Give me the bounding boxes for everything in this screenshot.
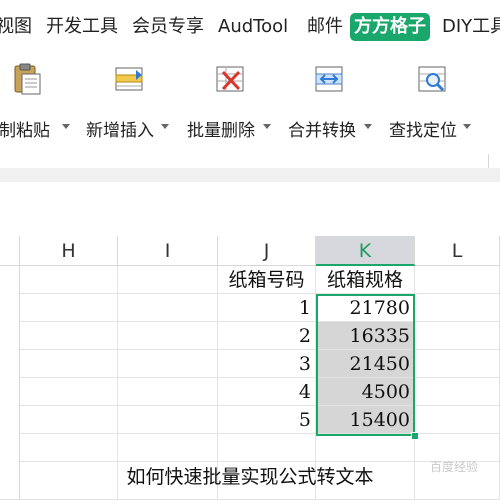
cell[interactable] (118, 266, 218, 294)
insert-row-icon (115, 67, 143, 91)
cell[interactable] (118, 406, 218, 434)
find-locate-button[interactable]: 查找定位 (389, 62, 479, 142)
column-header-i[interactable]: I (118, 236, 218, 266)
clipboard-paste-icon (14, 63, 41, 95)
cell[interactable] (415, 266, 500, 294)
batch-delete-button[interactable]: 批量删除 (187, 62, 277, 142)
ribbon-tabs: 视图 开发工具 会员专享 AudTool 邮件 方方格子 DIY工具 (0, 0, 500, 50)
chevron-down-icon (263, 124, 271, 129)
column-header-h[interactable]: H (20, 236, 118, 266)
tab-diy-tools[interactable]: DIY工具 (442, 13, 500, 41)
toolbar-gap (0, 168, 500, 182)
header-cell-box-number[interactable]: 纸箱号码 (218, 266, 316, 294)
header-cell-box-spec[interactable]: 纸箱规格 (316, 266, 415, 294)
find-locate-label: 查找定位 (389, 121, 457, 141)
column-header-l[interactable]: L (415, 236, 500, 266)
column-header-k[interactable]: K (316, 236, 415, 266)
table-cell-box-number[interactable]: 5 (218, 406, 316, 434)
tab-member[interactable]: 会员专享 (132, 13, 204, 41)
batch-delete-label: 批量删除 (187, 121, 255, 141)
find-locate-icon (418, 66, 446, 92)
cell[interactable] (20, 378, 118, 406)
column-header-j[interactable]: J (218, 236, 316, 266)
fill-handle[interactable] (411, 432, 419, 440)
cell[interactable] (415, 378, 500, 406)
chevron-down-icon (62, 124, 70, 129)
cell[interactable] (20, 322, 118, 350)
table-cell-box-number[interactable]: 4 (218, 378, 316, 406)
cell[interactable] (20, 406, 118, 434)
selection-range (316, 294, 415, 436)
insert-label: 新增插入 (86, 121, 154, 141)
cell[interactable] (118, 322, 218, 350)
cell[interactable] (415, 294, 500, 322)
tab-view[interactable]: 视图 (0, 13, 32, 41)
cell[interactable] (415, 406, 500, 434)
table-cell-box-number[interactable]: 3 (218, 350, 316, 378)
cell[interactable] (20, 294, 118, 322)
cell[interactable] (118, 350, 218, 378)
cell[interactable] (118, 434, 218, 462)
cell[interactable] (20, 266, 118, 294)
merge-convert-button[interactable]: 合并转换 (288, 62, 378, 142)
batch-delete-icon (216, 66, 244, 92)
row-header-corner (0, 236, 20, 266)
insert-button[interactable]: 新增插入 (86, 62, 176, 142)
tab-developer[interactable]: 开发工具 (46, 13, 118, 41)
cell[interactable] (118, 378, 218, 406)
copy-paste-label: 复制粘贴 (0, 121, 50, 141)
chevron-down-icon (364, 124, 372, 129)
tab-audtool[interactable]: AudTool (218, 13, 288, 41)
chevron-down-icon (463, 124, 471, 129)
cell[interactable] (118, 294, 218, 322)
tab-fangfanggezi[interactable]: 方方格子 (350, 13, 430, 41)
cell[interactable] (415, 350, 500, 378)
ribbon-panel: 复制粘贴 新增插入 批量删除 合并转换 (0, 50, 500, 208)
cell[interactable] (20, 434, 118, 462)
merge-convert-label: 合并转换 (288, 121, 356, 141)
table-cell-box-number[interactable]: 1 (218, 294, 316, 322)
formula-bar-area[interactable] (0, 182, 500, 237)
cell[interactable] (316, 434, 415, 462)
cell[interactable] (218, 434, 316, 462)
cell[interactable] (20, 350, 118, 378)
caption-text: 如何快速批量实现公式转文本 (126, 466, 374, 488)
chevron-down-icon (161, 124, 169, 129)
table-cell-box-number[interactable]: 2 (218, 322, 316, 350)
copy-paste-button[interactable]: 复制粘贴 (0, 62, 72, 142)
watermark: 百度经验 (430, 460, 479, 474)
tab-mail[interactable]: 邮件 (307, 13, 343, 41)
cell[interactable] (415, 322, 500, 350)
merge-convert-icon (315, 66, 343, 92)
